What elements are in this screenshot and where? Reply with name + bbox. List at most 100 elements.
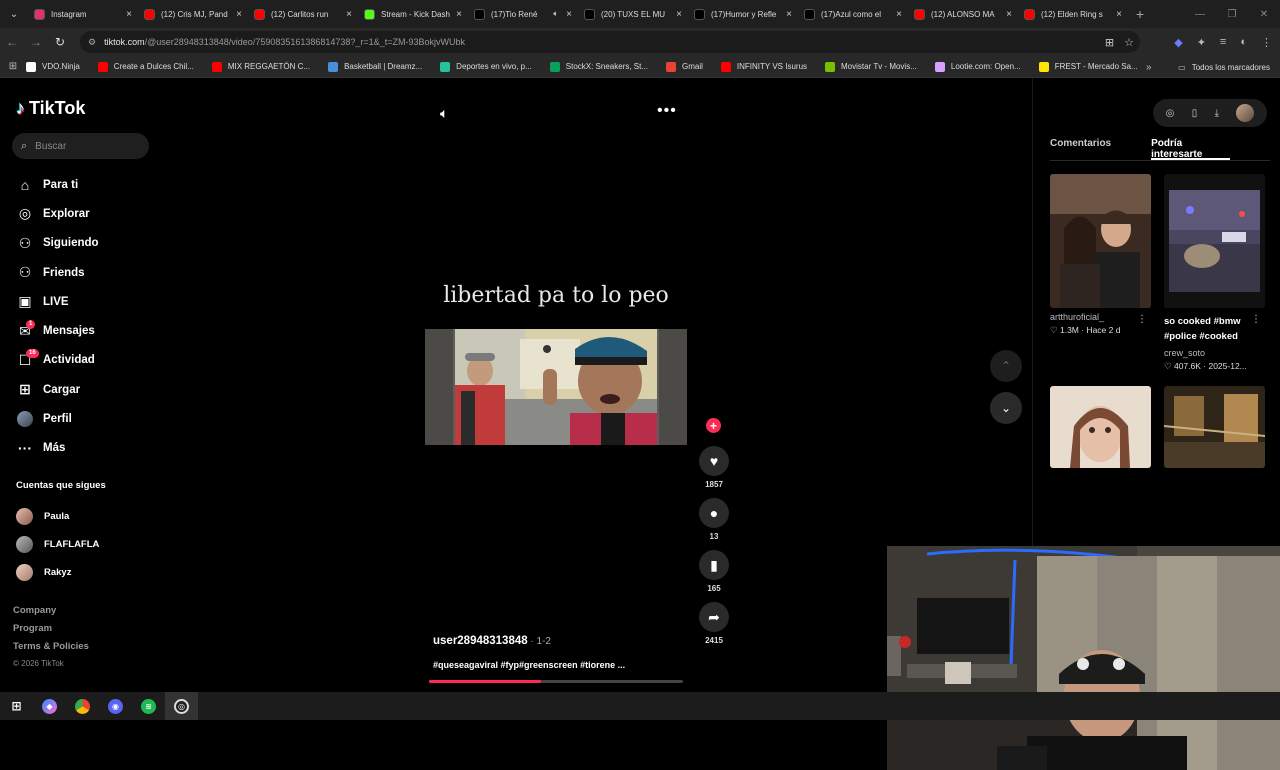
all-bookmarks-folder[interactable]: ▭ Todos los marcadores (1178, 56, 1270, 78)
extension-icon[interactable]: ◆ (1174, 36, 1182, 49)
user-avatar[interactable] (1236, 104, 1255, 122)
bookmark-item[interactable]: Create a Dulces Chil... (97, 61, 194, 72)
sidebar-item-cargar[interactable]: ⊞ Cargar (16, 375, 156, 404)
sidebar-item-siguiendo[interactable]: ⚇ Siguiendo (16, 229, 156, 258)
bookmark-item[interactable]: MIX REGGAETÓN C... (211, 61, 310, 72)
taskbar-copilot[interactable]: ◆ (33, 692, 66, 720)
recommended-video-card[interactable] (1164, 386, 1265, 468)
bookmark-item[interactable]: Gmail (666, 61, 703, 72)
taskbar-spotify[interactable]: ≋ (132, 692, 165, 720)
tab-close-icon[interactable]: × (126, 9, 132, 20)
tab-close-icon[interactable]: × (566, 9, 572, 20)
recommended-video-card[interactable]: artthuroficial_ ♡ 1.3M · Hace 2 d ⋮ (1050, 174, 1151, 336)
footer-link-program[interactable]: Program (13, 623, 89, 641)
followed-account[interactable]: Rakyz (16, 558, 99, 586)
recommended-title[interactable]: so cooked #bmw #police #cooked (1164, 314, 1265, 344)
sidebar-item-explorar[interactable]: ◎ Explorar (16, 199, 156, 228)
sidebar-item-live[interactable]: ▣ LIVE (16, 287, 156, 316)
recommended-thumbnail[interactable] (1164, 174, 1265, 308)
browser-tab[interactable]: Instagram × (28, 0, 138, 28)
like-button[interactable]: ♥ 1857 (696, 446, 732, 489)
close-window-icon[interactable]: ✕ (1248, 0, 1280, 28)
tab-audio-icon[interactable]: 🔈︎ (553, 9, 558, 19)
new-tab-button[interactable]: + (1128, 6, 1152, 22)
tab-close-icon[interactable]: × (1006, 9, 1012, 20)
recommended-thumbnail[interactable] (1050, 174, 1151, 308)
apps-grid-icon[interactable]: ⊞ (0, 61, 26, 72)
video-more-options-icon[interactable]: ••• (657, 102, 677, 120)
bookmark-item[interactable]: FREST - Mercado Sa... (1038, 61, 1138, 72)
save-button[interactable]: ▮ 165 (696, 550, 732, 593)
browser-tab[interactable]: (12) Elden Ring s × (1018, 0, 1128, 28)
tab-search-icon[interactable]: ⌄ (0, 0, 28, 28)
tab-close-icon[interactable]: × (896, 9, 902, 20)
back-button[interactable]: ← (0, 28, 24, 56)
tab-comentarios[interactable]: Comentarios (1050, 136, 1111, 160)
tab-close-icon[interactable]: × (676, 9, 682, 20)
video-username[interactable]: user28948313848 (433, 635, 528, 647)
card-more-icon[interactable]: ⋮ (1251, 314, 1261, 325)
download-icon[interactable]: ⤓ (1215, 108, 1219, 119)
start-button[interactable]: ⊞ (0, 692, 33, 720)
browser-tab[interactable]: (17)Azul como el × (798, 0, 908, 28)
video-progress-bar[interactable] (429, 680, 683, 683)
bookmark-item[interactable]: Basketball | Dreamz... (328, 61, 422, 72)
next-video-button[interactable]: ⌄ (990, 392, 1022, 424)
card-more-icon[interactable]: ⋮ (1137, 314, 1147, 325)
device-icon[interactable]: ▯ (1192, 108, 1198, 119)
taskbar-obs[interactable]: ◎ (165, 692, 198, 720)
browser-tab[interactable]: (12) Carlitos run × (248, 0, 358, 28)
video-hashtags[interactable]: #queseagaviral #fyp#greenscreen #tiorene… (433, 660, 625, 670)
recommended-author[interactable]: crew_soto (1164, 348, 1265, 358)
taskbar-discord[interactable]: ◉ (99, 692, 132, 720)
extensions-puzzle-icon[interactable]: ✦ (1197, 36, 1206, 49)
footer-link-terms[interactable]: Terms & Policies (13, 641, 89, 659)
sidebar-item-friends[interactable]: ⚇ Friends (16, 258, 156, 287)
bookmark-item[interactable]: StockX: Sneakers, St... (549, 61, 648, 72)
tab-close-icon[interactable]: × (1116, 9, 1122, 20)
explore-icon[interactable]: ◎ (1166, 108, 1175, 119)
tab-close-icon[interactable]: × (236, 9, 242, 20)
sidebar-item-mensajes[interactable]: ✉ 1 Mensajes (16, 316, 156, 345)
bookmark-item[interactable]: Deportes en vivo, p... (440, 61, 532, 72)
tab-close-icon[interactable]: × (346, 9, 352, 20)
reload-button[interactable]: ↻ (48, 28, 72, 56)
install-icon[interactable]: ⊞ (1105, 36, 1114, 49)
recommended-video-card[interactable] (1050, 386, 1151, 468)
more-bookmarks-icon[interactable]: » (1146, 56, 1152, 78)
browser-menu-icon[interactable]: ⋮ (1261, 36, 1272, 49)
followed-account[interactable]: Paula (16, 502, 99, 530)
sidebar-item-actividad[interactable]: ☐ 16 Actividad (16, 346, 156, 375)
recommended-video-card[interactable]: so cooked #bmw #police #cooked crew_soto… (1164, 174, 1265, 372)
bookmark-item[interactable]: VDO.Ninja (26, 61, 80, 72)
bookmark-item[interactable]: INFINITY VS Isurus (720, 61, 807, 72)
sidebar-item-más[interactable]: ··· Más (16, 434, 156, 463)
browser-tab[interactable]: (12) ALONSO MA × (908, 0, 1018, 28)
recommended-author[interactable]: artthuroficial_ (1050, 312, 1151, 322)
forward-button[interactable]: → (24, 28, 48, 56)
url-input[interactable]: ⚙ tiktok.com/@user28948313848/video/7590… (80, 31, 1140, 53)
media-control-icon[interactable]: ≡ (1220, 36, 1226, 48)
sidebar-item-para-ti[interactable]: ⌂ Para ti (16, 170, 156, 199)
site-info-icon[interactable]: ⚙ (88, 37, 96, 48)
bookmark-item[interactable]: Lootie.com: Open... (934, 61, 1021, 72)
follow-plus-button[interactable]: + (706, 418, 721, 433)
bookmark-item[interactable]: Movistar Tv - Movis... (825, 61, 917, 72)
video-author[interactable]: user28948313848 · 1-2 (433, 635, 551, 647)
browser-tab[interactable]: (12) Cris MJ, Pand × (138, 0, 248, 28)
previous-video-button[interactable]: ⌃ (990, 350, 1022, 382)
tab-close-icon[interactable]: × (786, 9, 792, 20)
tab-close-icon[interactable]: × (456, 9, 462, 20)
maximize-icon[interactable]: ❐ (1216, 0, 1248, 28)
video-frame[interactable] (425, 329, 687, 445)
share-button[interactable]: ➦ 2415 (696, 602, 732, 645)
taskbar-chrome[interactable] (66, 692, 99, 720)
minimize-icon[interactable]: — (1184, 0, 1216, 28)
recommended-thumbnail[interactable] (1050, 386, 1151, 468)
browser-tab[interactable]: (17)Tio René 🔈︎ × (468, 0, 578, 28)
profile-icon[interactable]: ◐ (1240, 36, 1247, 48)
search-input[interactable]: ⌕ Buscar (12, 133, 149, 159)
browser-tab[interactable]: (20) TUXS EL MU × (578, 0, 688, 28)
volume-icon[interactable]: 🔈︎ (440, 105, 448, 122)
browser-tab[interactable]: Stream - Kick Dash × (358, 0, 468, 28)
